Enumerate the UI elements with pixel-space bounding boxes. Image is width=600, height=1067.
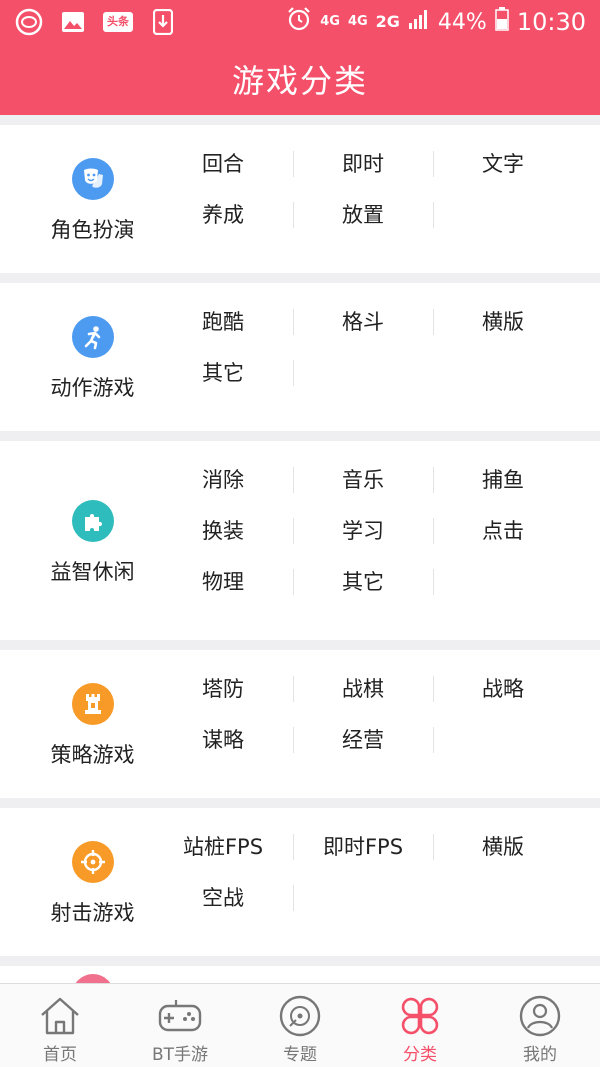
tag-item[interactable]: 横版 (433, 832, 573, 862)
tag-item[interactable]: 回合 (153, 149, 293, 179)
category-icon (360, 994, 480, 1038)
nav-item-1[interactable]: BT手游 (120, 984, 240, 1067)
tag-item[interactable]: 音乐 (293, 465, 433, 495)
gallery-icon (58, 8, 88, 36)
tag-divider (433, 569, 434, 595)
tag-divider (293, 518, 294, 544)
nav-item-4[interactable]: 我的 (480, 984, 600, 1067)
tag-divider (293, 202, 294, 228)
category-section: 角色扮演 回合 即时 文字 养成 放置 (0, 125, 600, 273)
network-4g-indicator: 4G (320, 14, 340, 29)
tag-divider (293, 676, 294, 702)
tag-divider (293, 360, 294, 386)
tag-divider (433, 834, 434, 860)
tag-divider (433, 151, 434, 177)
nav-item-3[interactable]: 分类 (360, 984, 480, 1067)
bottom-nav: 首页 BT手游 专题 分类 我的 (0, 983, 600, 1067)
tag-grid: 消除 音乐 捕鱼换装 学习 点击物理 其它 (153, 441, 600, 640)
toutiao-label: 头条 (103, 12, 133, 32)
category-section: 策略游戏 塔防 战棋 战略 谋略 经营 (0, 650, 600, 798)
tag-divider (293, 569, 294, 595)
battery-icon (495, 7, 509, 37)
tag-item[interactable]: 点击 (433, 516, 573, 546)
clock: 10:30 (516, 8, 586, 36)
tag-item[interactable]: 谋略 (153, 725, 293, 755)
tag-item[interactable]: 跑酷 (153, 307, 293, 337)
nav-item-2[interactable]: 专题 (240, 984, 360, 1067)
basketball-icon (71, 974, 114, 983)
user-icon (480, 994, 600, 1038)
tag-divider (433, 309, 434, 335)
tag-divider (433, 676, 434, 702)
tag-item[interactable]: 即时FPS (293, 832, 433, 862)
gamepad-icon (120, 994, 240, 1038)
tag-item[interactable]: 空战 (153, 883, 293, 913)
status-bar: 头条 4G 4G 2G 44% 10:30 (0, 0, 600, 44)
tag-divider (293, 727, 294, 753)
tag-item[interactable]: 战略 (433, 674, 573, 704)
tag-divider (433, 518, 434, 544)
tag-grid: 回合 即时 文字养成 放置 (153, 125, 600, 273)
disc-icon (240, 994, 360, 1038)
category-section: 益智休闲 消除 音乐 捕鱼 换装 学习 点击 物理 其它 (0, 441, 600, 640)
tag-item[interactable]: 经营 (293, 725, 433, 755)
tag-grid: 站桩FPS 即时FPS 横版空战 (153, 808, 600, 956)
nav-label: 分类 (403, 1045, 437, 1065)
app-circle-icon (14, 8, 44, 36)
tag-item[interactable]: 站桩FPS (153, 832, 293, 862)
tag-grid: 塔防 战棋 战略谋略 经营 (153, 650, 600, 798)
nav-label: BT手游 (151, 1045, 209, 1065)
nav-label: 首页 (43, 1045, 77, 1065)
tag-divider (433, 727, 434, 753)
tag-divider (293, 309, 294, 335)
tag-grid: 跑酷 格斗 横版其它 (153, 283, 600, 431)
tag-item[interactable]: 放置 (293, 200, 433, 230)
crosshair-icon (71, 841, 114, 883)
tag-grid: 足球篮球台球 (153, 966, 600, 983)
app-header: 头条 4G 4G 2G 44% 10:30 游戏分类 (0, 0, 600, 115)
home-icon (0, 994, 120, 1038)
signal-icon (408, 8, 430, 36)
tag-item[interactable]: 文字 (433, 149, 573, 179)
tag-item[interactable]: 捕鱼 (433, 465, 573, 495)
tag-divider (293, 834, 294, 860)
theater-mask-icon (71, 158, 114, 200)
castle-icon (71, 683, 114, 725)
page-title: 游戏分类 (231, 62, 368, 100)
battery-percent: 44% (437, 9, 487, 35)
category-section: 足球篮球台球 (0, 966, 600, 983)
tag-item[interactable]: 格斗 (293, 307, 433, 337)
nav-item-0[interactable]: 首页 (0, 984, 120, 1067)
tag-divider (293, 151, 294, 177)
nav-label: 我的 (523, 1045, 557, 1065)
nav-label: 专题 (283, 1045, 317, 1065)
category-section: 动作游戏 跑酷 格斗 横版 其它 (0, 283, 600, 431)
tag-item[interactable]: 学习 (293, 516, 433, 546)
tag-item[interactable]: 换装 (153, 516, 293, 546)
download-icon (148, 8, 178, 36)
tag-divider (433, 202, 434, 228)
tag-item[interactable]: 战棋 (293, 674, 433, 704)
tag-item[interactable]: 养成 (153, 200, 293, 230)
tag-item[interactable]: 物理 (153, 567, 293, 597)
tag-item[interactable]: 塔防 (153, 674, 293, 704)
alarm-icon (286, 6, 312, 38)
tag-item[interactable]: 横版 (433, 307, 573, 337)
network-4g-2g-indicator: 4G (347, 14, 368, 29)
tag-item[interactable]: 即时 (293, 149, 433, 179)
category-section: 射击游戏 站桩FPS 即时FPS 横版 空战 (0, 808, 600, 956)
tag-item[interactable]: 消除 (153, 465, 293, 495)
puzzle-icon (71, 500, 114, 542)
network-2g-indicator: 2G (375, 12, 400, 31)
tag-item[interactable]: 其它 (293, 567, 433, 597)
toutiao-icon: 头条 (102, 8, 134, 36)
runner-icon (71, 316, 114, 358)
tag-divider (293, 467, 294, 493)
tag-divider (433, 467, 434, 493)
tag-divider (293, 885, 294, 911)
category-list[interactable]: 角色扮演 回合 即时 文字 养成 放置 动作游戏 跑酷 格斗 横版 其它 益智休闲 消除 音乐 捕鱼 换装 学习… (0, 115, 600, 983)
tag-item[interactable]: 其它 (153, 358, 293, 388)
